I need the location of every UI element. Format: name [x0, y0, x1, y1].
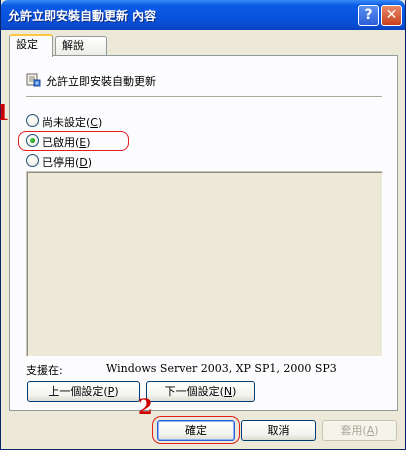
title-bar[interactable]: 允許立即安裝自動更新 內容 ? ✕ [1, 0, 405, 30]
policy-setting-icon [26, 73, 41, 87]
supported-on-label: 支援在: [26, 364, 63, 377]
close-button[interactable]: ✕ [381, 5, 402, 26]
properties-dialog: 允許立即安裝自動更新 內容 ? ✕ 設定 解說 允許立即安裝自動更新 尚未設定(… [0, 0, 406, 450]
window-title: 允許立即安裝自動更新 內容 [8, 9, 157, 23]
radio-label: 已啟用(E) [42, 136, 91, 149]
help-icon: ? [364, 7, 373, 23]
previous-setting-button[interactable]: 上一個設定(P) [27, 381, 140, 402]
help-button[interactable]: ? [358, 5, 379, 26]
tab-settings[interactable]: 設定 [9, 34, 53, 57]
apply-button[interactable]: 套用(A) [322, 420, 397, 441]
settings-panel: 允許立即安裝自動更新 尚未設定(C) 已啟用(E) 已停用(D) 支援在: Wi… [9, 55, 398, 411]
annotation-marker-1: 1 [0, 100, 10, 125]
annotation-marker-2: 2 [138, 394, 153, 419]
close-icon: ✕ [385, 7, 398, 23]
radio-label: 已停用(D) [42, 156, 93, 169]
radio-circle-icon[interactable] [26, 154, 39, 167]
radio-selected-icon[interactable] [26, 134, 39, 147]
cancel-button[interactable]: 取消 [241, 420, 316, 441]
radio-label: 尚未設定(C) [42, 116, 103, 129]
radio-circle-icon[interactable] [26, 114, 39, 127]
separator [26, 96, 382, 98]
tab-explain[interactable]: 解說 [55, 36, 107, 56]
ok-button[interactable]: 確定 [157, 420, 235, 441]
supported-on-value: Windows Server 2003, XP SP1, 2000 SP3 [106, 362, 337, 375]
options-box [26, 171, 383, 357]
radio-dot-icon [30, 138, 35, 143]
policy-title: 允許立即安裝自動更新 [46, 75, 156, 88]
next-setting-button[interactable]: 下一個設定(N) [146, 381, 255, 402]
